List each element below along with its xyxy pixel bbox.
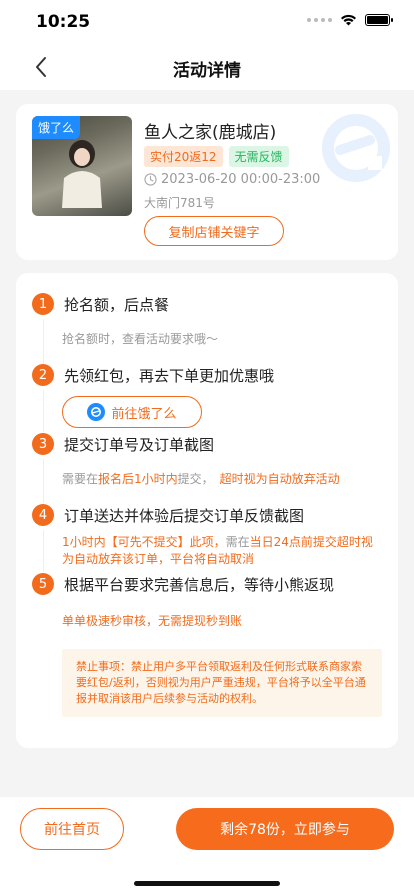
step-title: 抢名额，后点餐 [64, 296, 170, 314]
step-title: 先领红包，再去下单更加优惠哦 [64, 367, 275, 385]
copy-keyword-button[interactable]: 复制店铺关键字 [144, 216, 284, 246]
step-4: 4 订单送达并体验后提交订单反馈截图 1小时内【可先不提交】此项，需在当日24点… [32, 504, 382, 572]
cashback-tag: 实付20返12 [144, 146, 223, 167]
shop-image: 饿了么 [32, 116, 132, 216]
battery-icon [365, 14, 393, 26]
no-feedback-tag: 无需反馈 [228, 146, 289, 167]
wifi-icon [341, 14, 356, 26]
step-title: 根据平台要求完善信息后，等待小熊返现 [64, 576, 335, 594]
prohibition-notice: 禁止事项：禁止用户多平台领取返利及任何形式联系商家索要红包/返利，否则视为用户严… [62, 649, 382, 717]
shop-name: 鱼人之家(鹿城店) [144, 123, 277, 143]
clock-icon [144, 173, 157, 186]
page-title: 活动详情 [173, 61, 241, 81]
shop-tags: 实付20返12 无需反馈 [144, 146, 289, 167]
person-photo-icon [62, 140, 102, 208]
step-desc: 抢名额时，查看活动要求哦～ [62, 332, 219, 346]
step-desc: 需要在报名后1小时内提交， 超时视为自动放弃活动 [62, 472, 340, 486]
platform-tag: 饿了么 [32, 116, 81, 139]
step-1: 1 抢名额，后点餐 抢名额时，查看活动要求哦～ [32, 293, 382, 365]
status-time: 10:25 [36, 12, 91, 32]
join-now-button[interactable]: 剩余78份，立即参与 [176, 808, 394, 850]
step-3: 3 提交订单号及订单截图 需要在报名后1小时内提交， 超时视为自动放弃活动 [32, 433, 382, 503]
step-number: 2 [32, 364, 54, 386]
eleme-logo-icon [87, 403, 106, 421]
step-5: 5 根据平台要求完善信息后，等待小熊返现 单单极速秒审核，无需提现秒到账 [32, 573, 382, 633]
step-2: 2 先领红包，再去下单更加优惠哦 前往饿了么 [32, 364, 382, 432]
signal-icon [307, 18, 332, 22]
step-number: 3 [32, 433, 54, 455]
shop-address: 大南门781号 [144, 196, 215, 210]
eleme-watermark-icon [322, 114, 390, 182]
status-icons [307, 14, 393, 26]
step-desc: 1小时内【可先不提交】此项，需在当日24点前提交超时视 为自动放弃该订单，平台将… [62, 535, 373, 566]
activity-time: 2023-06-20 00:00-23:00 [144, 172, 320, 187]
step-number: 1 [32, 293, 54, 315]
step-title: 订单送达并体验后提交订单反馈截图 [64, 507, 305, 525]
step-desc: 单单极速秒审核，无需提现秒到账 [62, 614, 243, 628]
activity-time-text: 2023-06-20 00:00-23:00 [161, 172, 321, 187]
step-title: 提交订单号及订单截图 [64, 436, 215, 454]
step-number: 4 [32, 504, 54, 526]
shop-card: 饿了么 鱼人之家(鹿城店) 实付20返12 无需反馈 2023-06-20 00… [16, 104, 398, 260]
step-number: 5 [32, 573, 54, 595]
bottom-bar: 前往首页 剩余78份，立即参与 [0, 797, 414, 896]
go-home-button[interactable]: 前往首页 [20, 808, 124, 850]
home-indicator [134, 881, 280, 886]
steps-card: 1 抢名额，后点餐 抢名额时，查看活动要求哦～ 2 先领红包，再去下单更加优惠哦… [16, 273, 398, 748]
status-bar: 10:25 [0, 0, 414, 44]
go-eleme-label: 前往饿了么 [111, 406, 177, 422]
nav-bar: 活动详情 [0, 44, 414, 90]
go-eleme-button[interactable]: 前往饿了么 [62, 396, 202, 428]
